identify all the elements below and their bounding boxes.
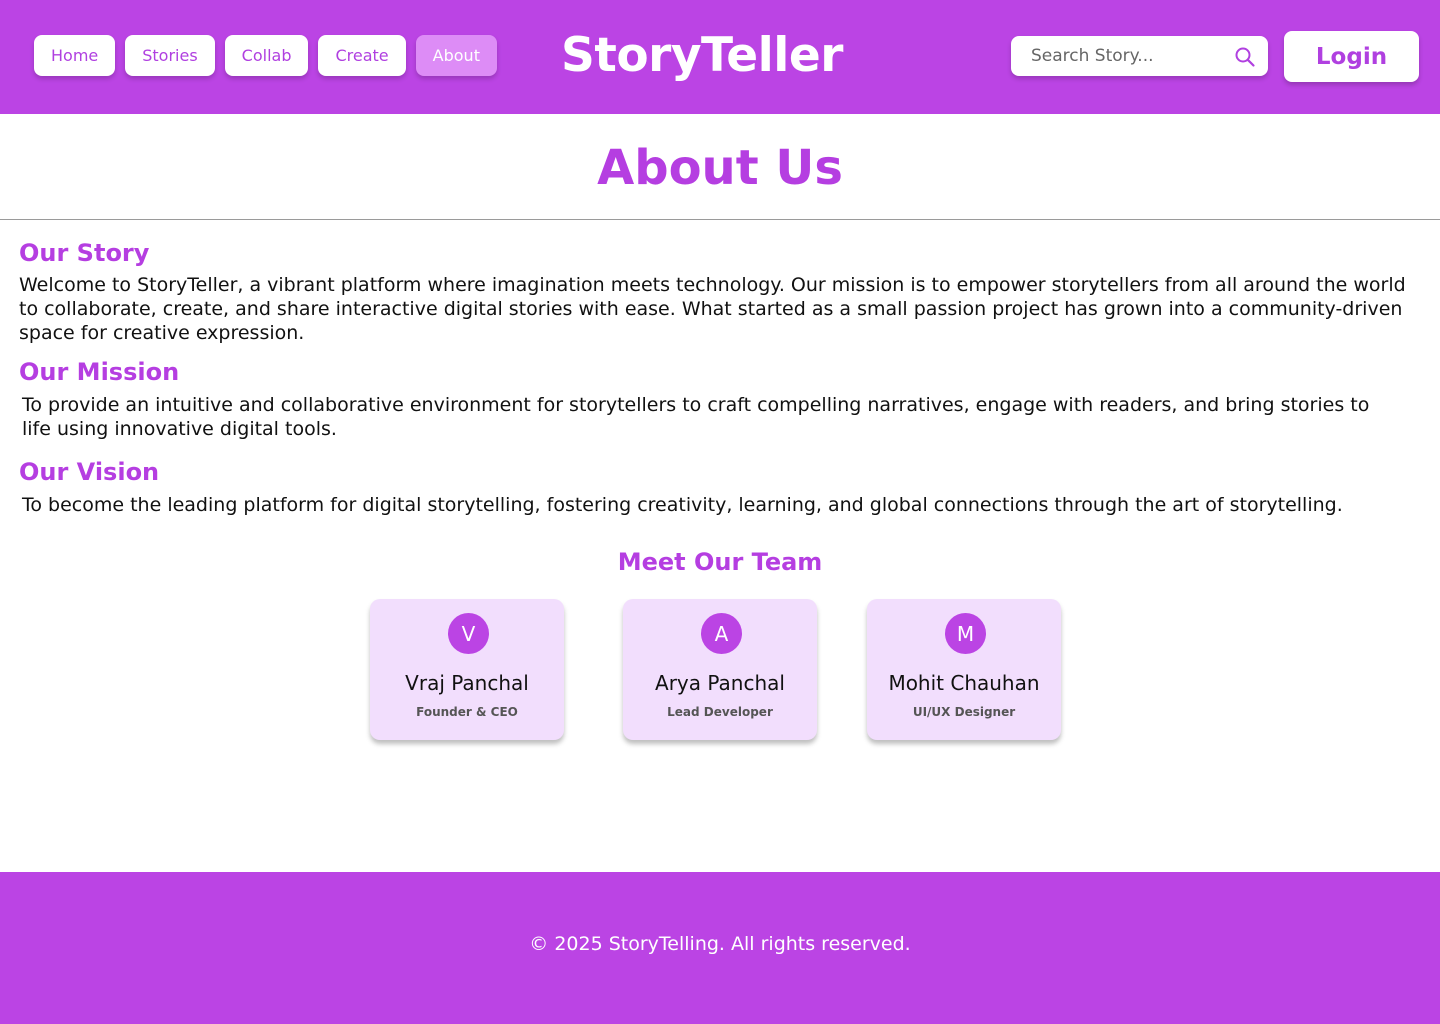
main-nav: Home Stories Collab Create About [34,35,497,76]
search-icon[interactable] [1234,46,1256,68]
member-role: Lead Developer [667,705,773,719]
search-box [1011,36,1268,76]
member-name: Mohit Chauhan [888,671,1040,695]
login-button[interactable]: Login [1284,31,1419,82]
member-name: Arya Panchal [655,671,785,695]
copyright-text: © 2025 StoryTelling. All rights reserved… [529,933,911,955]
search-input[interactable] [1031,46,1241,66]
nav-home-button[interactable]: Home [34,35,116,76]
page-title: About Us [597,140,843,196]
team-heading: Meet Our Team [617,548,823,576]
our-story-text: Welcome to StoryTeller, a vibrant platfo… [19,274,1406,344]
member-role: UI/UX Designer [912,705,1016,719]
member-role: Founder & CEO [416,705,518,719]
nav-stories-button[interactable]: Stories [125,35,215,76]
nav-about-button[interactable]: About [415,35,497,76]
our-vision-text: To become the leading platform for digit… [22,494,1343,516]
site-header: Home Stories Collab Create About StoryTe… [0,0,1440,114]
nav-create-button[interactable]: Create [318,35,406,76]
avatar: M [945,613,986,654]
our-vision-heading: Our Vision [19,458,160,486]
avatar: V [448,613,489,654]
our-story-heading: Our Story [19,239,150,267]
site-brand[interactable]: StoryTeller [560,28,844,84]
team-card: M Mohit Chauhan UI/UX Designer [867,599,1061,740]
team-card: A Arya Panchal Lead Developer [623,599,817,740]
our-mission-heading: Our Mission [19,358,180,386]
team-card: V Vraj Panchal Founder & CEO [370,599,564,740]
avatar: A [701,613,742,654]
title-divider [0,219,1440,220]
our-mission-text: To provide an intuitive and collaborativ… [22,394,1370,440]
member-name: Vraj Panchal [405,671,529,695]
site-footer: © 2025 StoryTelling. All rights reserved… [0,872,1440,1024]
nav-collab-button[interactable]: Collab [224,35,309,76]
